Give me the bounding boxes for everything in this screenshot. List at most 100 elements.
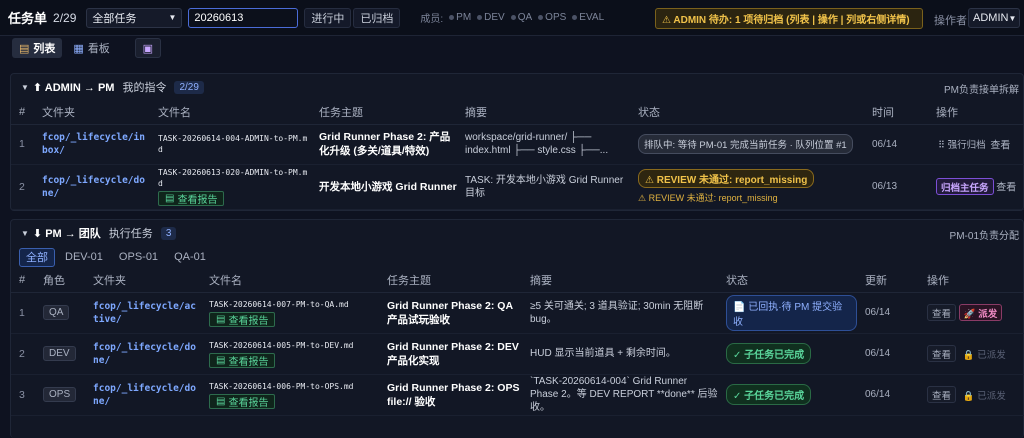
search-input[interactable]: 20260613 [188, 7, 299, 28]
status-dot-icon [538, 15, 544, 20]
status-dot-icon [449, 15, 455, 20]
filter-all[interactable]: 全部 [19, 247, 55, 267]
task-subject: Grid Runner Phase 2: QA 产品试玩验收 [387, 299, 513, 326]
tab-board-view[interactable]: ▦ 看板 [66, 38, 116, 58]
in-progress-button[interactable]: 进行中 [304, 7, 352, 28]
file-name: TASK-20260614-006-PM-to-OPS.md [209, 381, 354, 391]
row-index: 3 [11, 374, 39, 416]
view-button[interactable]: 查看 [990, 140, 1010, 151]
table-row[interactable]: 3 OPS fcop/_lifecycle/done/ TASK-2026061… [11, 374, 1024, 416]
view-report-button[interactable]: ▤ 查看报告 [209, 393, 276, 409]
status-dot-icon [477, 15, 483, 20]
document-icon: ▤ [216, 354, 226, 366]
col-header: 摘要 [526, 268, 722, 293]
archived-button[interactable]: 已归档 [353, 7, 401, 28]
window-icon: ▣ [142, 42, 154, 55]
team-task-table: # 角色 文件夹 文件名 任务主题 摘要 状态 更新 操作 1 QA fcop/… [11, 268, 1024, 416]
member-pm[interactable]: PM [449, 12, 471, 23]
view-button[interactable]: 查看 [927, 304, 957, 321]
col-header: 任务主题 [315, 100, 461, 125]
table-row[interactable]: 2 fcop/_lifecycle/done/ TASK-20260613-02… [11, 164, 1024, 210]
board-icon: ▦ [73, 42, 84, 55]
panel-subtitle: 执行任务 [108, 228, 153, 240]
file-name: TASK-20260614-007-PM-to-QA.md [209, 299, 349, 309]
col-header: 状态 [634, 100, 868, 125]
col-header: 文件夹 [89, 268, 205, 293]
col-header: 状态 [722, 268, 861, 293]
view-report-button[interactable]: ▤ 查看报告 [158, 191, 225, 206]
folder-link[interactable]: fcop/_lifecycle/done/ [93, 341, 201, 367]
task-subject: Grid Runner Phase 2: DEV 产品化实现 [387, 340, 519, 367]
task-summary: workspace/grid-runner/ ├── index.html ├─… [465, 132, 609, 156]
role-badge: DEV [43, 346, 76, 361]
status-badge: ✓ 子任务已完成 [726, 343, 812, 364]
view-report-button[interactable]: ▤ 查看报告 [209, 311, 276, 327]
col-header: 文件名 [154, 100, 315, 125]
role-badge: OPS [43, 387, 77, 402]
table-header-row: # 文件夹 文件名 任务主题 摘要 状态 时间 操作 [11, 100, 1024, 125]
panel-header[interactable]: ▼ ⬇ PM → 团队 执行任务 3 [11, 220, 1023, 246]
task-filter-select[interactable]: 全部任务 ▼ [86, 7, 183, 28]
table-header-row: # 角色 文件夹 文件名 任务主题 摘要 状态 更新 操作 [11, 268, 1024, 293]
admin-task-table: # 文件夹 文件名 任务主题 摘要 状态 时间 操作 1 fcop/_lifec… [11, 100, 1024, 210]
time-cell: 06/14 [868, 124, 932, 165]
view-button[interactable]: 查看 [927, 345, 957, 362]
members-list: 成员: PM DEV QA OPS EVAL [420, 10, 604, 25]
filter-qa-01[interactable]: QA-01 [168, 248, 212, 267]
filter-ops-01[interactable]: OPS-01 [113, 248, 164, 267]
admin-to-pm-panel: ▼ ⬆ ADMIN → PM 我的指令 2/29 PM负责接单拆解 # 文件夹 … [10, 73, 1024, 211]
panel-title: ⬇ PM → 团队 [32, 228, 101, 240]
task-summary: `TASK-20260614-004` Grid Runner Phase 2。… [530, 376, 718, 413]
panel-header[interactable]: ▼ ⬆ ADMIN → PM 我的指令 2/29 [11, 74, 1023, 100]
tab-list-view[interactable]: ▤ 列表 [12, 38, 63, 58]
time-cell: 06/14 [861, 333, 923, 375]
table-row[interactable]: 2 DEV fcop/_lifecycle/done/ TASK-2026061… [11, 333, 1024, 375]
role-filter-tabs: 全部 DEV-01 OPS-01 QA-01 [11, 246, 1023, 268]
document-icon: ▤ [216, 395, 226, 407]
member-qa[interactable]: QA [510, 12, 532, 23]
panel-title: ⬆ ADMIN → PM [32, 81, 115, 94]
col-header: # [11, 268, 39, 293]
layout-toggle-button[interactable]: ▣ [134, 38, 161, 58]
dispatch-button[interactable]: 🚀 派发 [958, 304, 1003, 321]
view-switcher: ▤ 列表 ▦ 看板 ▣ [12, 38, 161, 58]
col-header: 操作 [923, 268, 1024, 293]
role-badge: QA [43, 305, 70, 320]
time-cell: 06/14 [861, 374, 923, 416]
force-archive-button[interactable]: ⠿ 强行归档 [936, 136, 988, 153]
col-header: 操作 [932, 100, 1024, 125]
folder-link[interactable]: fcop/_lifecycle/inbox/ [42, 131, 150, 157]
pm-to-team-panel: ▼ ⬇ PM → 团队 执行任务 3 PM-01负责分配 全部 DEV-01 O… [10, 219, 1024, 438]
table-row[interactable]: 1 fcop/_lifecycle/inbox/ TASK-20260614-0… [11, 124, 1024, 165]
member-eval[interactable]: EVAL [572, 12, 604, 23]
archive-main-task-button[interactable]: 归档主任务 [936, 178, 994, 195]
view-report-button[interactable]: ▤ 查看报告 [209, 352, 276, 368]
admin-todo-alert[interactable]: ⚠ ADMIN 待办: 1 项待归档 (列表 | 操作 | 列或右侧详情) [655, 8, 923, 29]
folder-link[interactable]: fcop/_lifecycle/done/ [93, 382, 201, 408]
task-summary: ≥5 关可通关; 3 道具验证; 30min 无阻断 bug。 [530, 300, 704, 325]
dispatched-label: 🔒 已派发 [962, 390, 1006, 402]
col-header: 任务主题 [383, 268, 526, 293]
col-header: 更新 [861, 268, 923, 293]
folder-link[interactable]: fcop/_lifecycle/done/ [42, 174, 150, 200]
col-header: # [11, 100, 38, 125]
file-name: TASK-20260614-005-PM-to-DEV.md [209, 340, 354, 350]
member-ops[interactable]: OPS [538, 12, 566, 23]
row-index: 2 [11, 164, 38, 210]
count-badge: 2/29 [174, 80, 204, 94]
member-dev[interactable]: DEV [477, 12, 505, 23]
file-name: TASK-20260613-020-ADMIN-to-PM.md [158, 168, 308, 188]
status-badge: 📄 已回执·待 PM 提交验收 [726, 294, 857, 331]
status-badge: 排队中: 等待 PM-01 完成当前任务 · 队列位置 #1 [638, 134, 853, 154]
review-warning-text: ⚠ REVIEW 未通过: report_missing [638, 193, 778, 203]
table-row[interactable]: 1 QA fcop/_lifecycle/active/ TASK-202606… [11, 292, 1024, 334]
list-icon: ▤ [19, 42, 30, 55]
filter-dev-01[interactable]: DEV-01 [59, 248, 109, 267]
status-badge: ⚠ REVIEW 未通过: report_missing [638, 169, 815, 188]
col-header: 文件名 [205, 268, 383, 293]
operator-select[interactable]: ADMIN ▼ [968, 8, 1020, 28]
time-cell: 06/13 [868, 164, 932, 210]
view-button[interactable]: 查看 [996, 183, 1016, 194]
view-button[interactable]: 查看 [927, 386, 957, 403]
folder-link[interactable]: fcop/_lifecycle/active/ [93, 300, 201, 326]
